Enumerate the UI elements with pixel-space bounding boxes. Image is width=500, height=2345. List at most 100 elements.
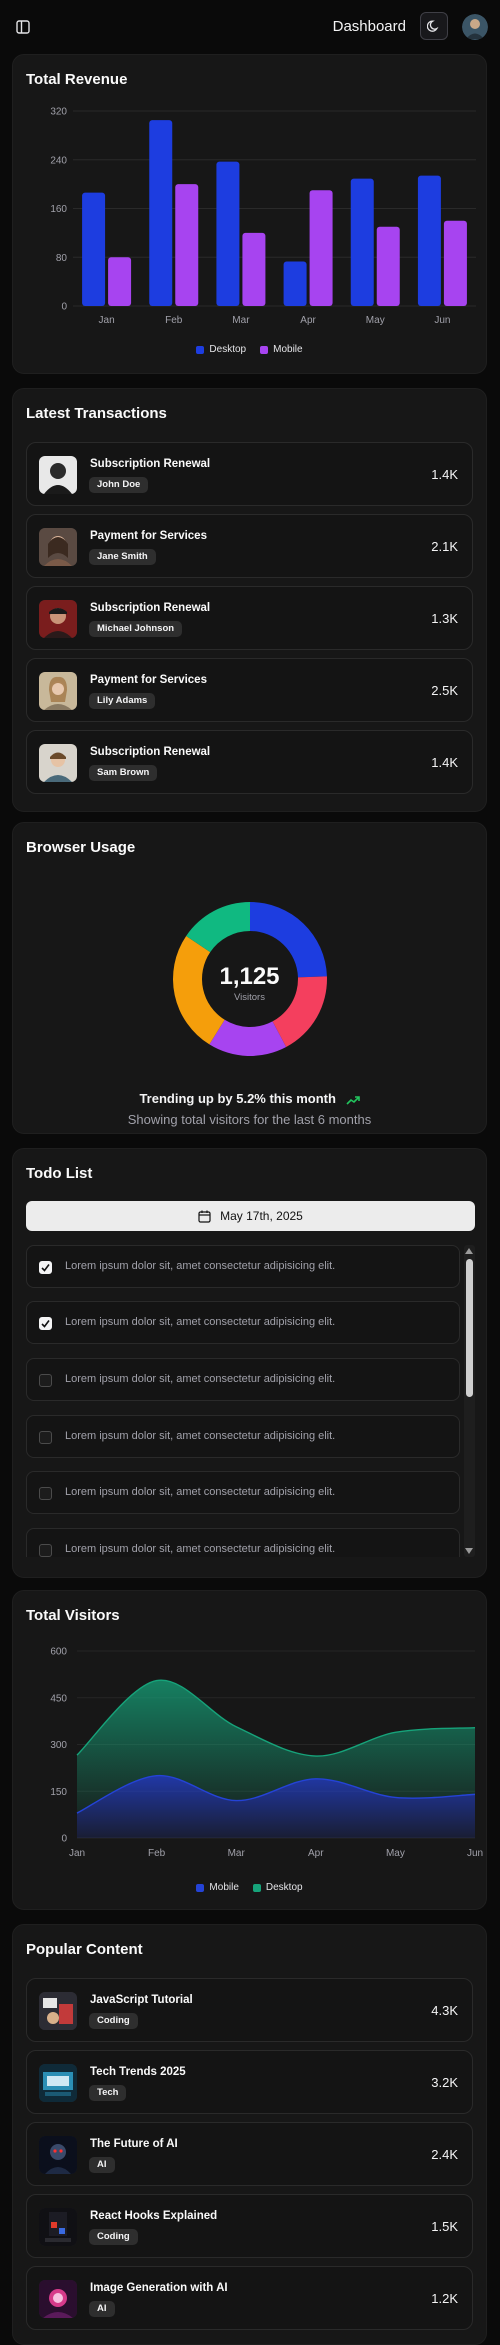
content-row[interactable]: The Future of AI AI 2.4K [26,2122,473,2186]
transaction-amount: 2.1K [431,539,458,554]
legend-swatch-desktop [252,1883,261,1892]
trend-text-line: Trending up by 5.2% this month [13,1091,486,1106]
transaction-amount: 1.3K [431,611,458,626]
revenue-y-tick-label: 0 [61,302,67,313]
visitors-y-tick-label: 600 [50,1647,67,1658]
revenue-x-tick-label: Jun [434,315,450,326]
panel-left-icon[interactable] [14,18,32,36]
content-tag-badge: Coding [89,2013,138,2029]
scroll-up-icon[interactable] [465,1248,473,1254]
todo-checkbox[interactable] [39,1374,52,1387]
calendar-icon [198,1210,211,1223]
todo-checkbox[interactable] [39,1431,52,1444]
revenue-legend: Desktop Mobile [13,344,486,355]
content-views: 1.2K [431,2291,458,2306]
transaction-title: Payment for Services [90,674,207,686]
avatar [39,456,77,494]
transaction-name-badge: Michael Johnson [89,621,183,637]
legend-label-desktop: Desktop [209,344,247,355]
legend-mobile: Mobile [260,344,303,355]
revenue-bar-mobile [108,257,132,306]
revenue-card: Total Revenue 0 80 160 240 320 Jan Feb Mar Apr Ma… [12,54,487,374]
todo-text: Lorem ipsum dolor sit, amet consectetur … [65,1430,336,1442]
visitors-x-tick-label: Apr [308,1848,324,1859]
content-row[interactable]: Tech Trends 2025 Tech 3.2K [26,2050,473,2114]
visitors-area-chart: 0 150 300 450 600 Jan Feb Mar Apr May Jun [50,1647,483,1860]
transaction-amount: 2.5K [431,683,458,698]
transaction-name-badge: Sam Brown [89,765,158,781]
content-thumbnail [39,2064,77,2102]
user-avatar[interactable] [462,14,488,40]
revenue-title: Total Revenue [26,71,128,88]
content-views: 1.5K [431,2219,458,2234]
avatar [39,744,77,782]
moon-icon [427,20,439,32]
date-label: May 17th, 2025 [220,1209,303,1223]
legend-mobile: Mobile [196,1882,239,1893]
revenue-bar-mobile [309,190,333,306]
check-icon [41,1264,50,1272]
theme-toggle-button[interactable] [420,12,448,40]
legend-label-mobile: Mobile [209,1882,239,1893]
content-row[interactable]: React Hooks Explained Coding 1.5K [26,2194,473,2258]
visitors-y-tick-label: 0 [61,1834,67,1845]
todo-title: Todo List [26,1165,93,1182]
transaction-amount: 1.4K [431,467,458,482]
todo-item[interactable]: Lorem ipsum dolor sit, amet consectetur … [26,1358,460,1401]
content-row[interactable]: JavaScript Tutorial Coding 4.3K [26,1978,473,2042]
revenue-bar-desktop [350,178,374,306]
visitors-x-tick-label: Mar [228,1848,246,1859]
todo-checkbox[interactable] [39,1317,52,1330]
content-title: JavaScript Tutorial [90,1994,193,2006]
transaction-row[interactable]: Subscription Renewal Sam Brown 1.4K [26,730,473,794]
top-bar: Dashboard [0,0,500,54]
visitors-title: Total Visitors [26,1607,120,1624]
todo-checkbox[interactable] [39,1487,52,1500]
scroll-thumb[interactable] [466,1259,473,1397]
revenue-x-tick-label: Feb [165,315,183,326]
transaction-title: Subscription Renewal [90,746,211,758]
todo-list[interactable]: Lorem ipsum dolor sit, amet consectetur … [26,1245,475,1557]
content-views: 3.2K [431,2075,458,2090]
visitors-y-tick-label: 300 [50,1740,67,1751]
revenue-x-tick-label: Apr [300,315,316,326]
transactions-title: Latest Transactions [26,405,167,422]
content-tag-badge: Coding [89,2229,138,2245]
transaction-amount: 1.4K [431,755,458,770]
revenue-bar-mobile [443,220,467,306]
todo-item[interactable]: Lorem ipsum dolor sit, amet consectetur … [26,1415,460,1458]
todo-item[interactable]: Lorem ipsum dolor sit, amet consectetur … [26,1471,460,1514]
transaction-row[interactable]: Subscription Renewal Michael Johnson 1.3… [26,586,473,650]
page-title: Dashboard [332,18,406,35]
transaction-row[interactable]: Payment for Services Lily Adams 2.5K [26,658,473,722]
content-title: React Hooks Explained [90,2210,218,2222]
visitors-y-tick-label: 150 [50,1787,67,1798]
legend-label-desktop: Desktop [265,1882,303,1893]
transaction-row[interactable]: Payment for Services Jane Smith 2.1K [26,514,473,578]
popular-content-title: Popular Content [26,1941,143,1958]
todo-item[interactable]: Lorem ipsum dolor sit, amet consectetur … [26,1301,460,1344]
todo-checkbox[interactable] [39,1544,52,1557]
content-thumbnail [39,2208,77,2246]
todo-item[interactable]: Lorem ipsum dolor sit, amet consectetur … [26,1528,460,1557]
visitors-y-tick-label: 450 [50,1693,67,1704]
transaction-name-badge: Jane Smith [89,549,156,565]
legend-label-mobile: Mobile [273,344,303,355]
todo-checkbox[interactable] [39,1261,52,1274]
content-row[interactable]: Image Generation with AI AI 1.2K [26,2266,473,2330]
content-thumbnail [39,2136,77,2174]
legend-desktop: Desktop [252,1882,303,1893]
transaction-row[interactable]: Subscription Renewal John Doe 1.4K [26,442,473,506]
revenue-bar-mobile [376,226,400,306]
scroll-down-icon[interactable] [465,1548,473,1554]
visitors-x-tick-label: Jan [69,1848,85,1859]
todo-scrollbar[interactable] [464,1245,475,1557]
transaction-name-badge: Lily Adams [89,693,156,709]
todo-item[interactable]: Lorem ipsum dolor sit, amet consectetur … [26,1245,460,1288]
transaction-title: Subscription Renewal [90,602,211,614]
trending-up-icon [345,1095,360,1105]
todo-card: Todo List May 17th, 2025 Lorem ipsum dol… [12,1148,487,1578]
revenue-bar-mobile [175,184,199,306]
todo-text: Lorem ipsum dolor sit, amet consectetur … [65,1486,336,1498]
date-picker-button[interactable]: May 17th, 2025 [26,1201,475,1231]
